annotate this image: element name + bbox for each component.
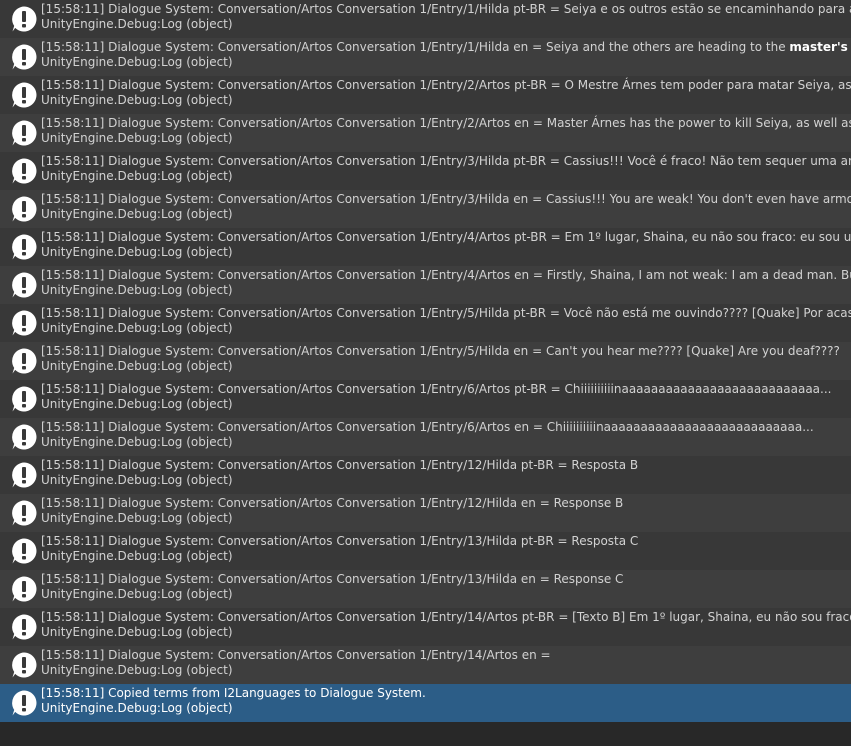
log-message-text: [15:58:11] Dialogue System: Conversation… [41,610,851,624]
info-exclamation-icon [10,651,38,679]
log-message: [15:58:11] Dialogue System: Conversation… [41,496,623,511]
log-message-text: [15:58:11] Dialogue System: Conversation… [41,2,851,16]
log-stacktrace: UnityEngine.Debug:Log (object) [41,93,233,107]
log-message: [15:58:11] Copied terms from I2Languages… [41,686,426,701]
log-stacktrace: UnityEngine.Debug:Log (object) [41,435,233,449]
log-message-text: [15:58:11] Dialogue System: Conversation… [41,496,624,510]
info-exclamation-icon [10,613,38,641]
log-stacktrace: UnityEngine.Debug:Log (object) [41,169,233,183]
log-message-bold-text: master's room [789,40,851,54]
info-exclamation-icon [10,347,38,375]
log-entry[interactable]: [15:58:11] Dialogue System: Conversation… [0,456,851,494]
info-exclamation-icon [10,81,38,109]
log-entry[interactable]: [15:58:11] Dialogue System: Conversation… [0,38,851,76]
log-entry[interactable]: [15:58:11] Dialogue System: Conversation… [0,418,851,456]
log-message-text: [15:58:11] Dialogue System: Conversation… [41,534,639,548]
log-message: [15:58:11] Dialogue System: Conversation… [41,40,851,55]
log-message-text: [15:58:11] Dialogue System: Conversation… [41,382,832,396]
console-window: [15:58:11] Dialogue System: Conversation… [0,0,851,746]
log-entry[interactable]: [15:58:11] Dialogue System: Conversation… [0,228,851,266]
log-message-text: [15:58:11] Dialogue System: Conversation… [41,116,851,130]
log-message: [15:58:11] Dialogue System: Conversation… [41,534,638,549]
info-exclamation-icon [10,575,38,603]
log-message: [15:58:11] Dialogue System: Conversation… [41,116,851,131]
info-exclamation-icon [10,43,38,71]
log-stacktrace: UnityEngine.Debug:Log (object) [41,131,233,145]
log-message: [15:58:11] Dialogue System: Conversation… [41,382,831,397]
log-stacktrace: UnityEngine.Debug:Log (object) [41,397,233,411]
log-entry[interactable]: [15:58:11] Dialogue System: Conversation… [0,646,851,684]
log-message-text: [15:58:11] Dialogue System: Conversation… [41,572,624,586]
log-message: [15:58:11] Dialogue System: Conversation… [41,306,851,321]
info-exclamation-icon [10,537,38,565]
log-message-text: [15:58:11] Dialogue System: Conversation… [41,192,851,206]
log-stacktrace: UnityEngine.Debug:Log (object) [41,321,233,335]
log-stacktrace: UnityEngine.Debug:Log (object) [41,549,233,563]
info-exclamation-icon [10,119,38,147]
log-message-text: [15:58:11] Dialogue System: Conversation… [41,458,639,472]
log-stacktrace: UnityEngine.Debug:Log (object) [41,473,233,487]
log-message-text: [15:58:11] Dialogue System: Conversation… [41,268,851,282]
info-exclamation-icon [10,385,38,413]
log-message: [15:58:11] Dialogue System: Conversation… [41,230,851,245]
log-message-text: [15:58:11] Dialogue System: Conversation… [41,420,814,434]
log-entry[interactable]: [15:58:11] Dialogue System: Conversation… [0,380,851,418]
log-stacktrace: UnityEngine.Debug:Log (object) [41,283,233,297]
log-message: [15:58:11] Dialogue System: Conversation… [41,420,814,435]
log-stacktrace: UnityEngine.Debug:Log (object) [41,359,233,373]
log-entry[interactable]: [15:58:11] Dialogue System: Conversation… [0,266,851,304]
log-stacktrace: UnityEngine.Debug:Log (object) [41,587,233,601]
log-message: [15:58:11] Dialogue System: Conversation… [41,648,551,663]
log-entry[interactable]: [15:58:11] Dialogue System: Conversation… [0,532,851,570]
log-message: [15:58:11] Dialogue System: Conversation… [41,78,851,93]
info-exclamation-icon [10,423,38,451]
log-message: [15:58:11] Dialogue System: Conversation… [41,154,851,169]
log-stacktrace: UnityEngine.Debug:Log (object) [41,663,233,677]
log-message-text: [15:58:11] Dialogue System: Conversation… [41,230,851,244]
info-exclamation-icon [10,233,38,261]
log-message-text: [15:58:11] Dialogue System: Conversation… [41,40,790,54]
log-entry[interactable]: [15:58:11] Dialogue System: Conversation… [0,76,851,114]
log-entry[interactable]: [15:58:11] Dialogue System: Conversation… [0,0,851,38]
info-exclamation-icon [10,195,38,223]
log-stacktrace: UnityEngine.Debug:Log (object) [41,17,233,31]
info-exclamation-icon [10,461,38,489]
log-message-text: [15:58:11] Copied terms from I2Languages… [41,686,426,700]
log-entry[interactable]: [15:58:11] Dialogue System: Conversation… [0,152,851,190]
log-entry[interactable]: [15:58:11] Dialogue System: Conversation… [0,304,851,342]
log-stacktrace: UnityEngine.Debug:Log (object) [41,701,233,715]
log-message: [15:58:11] Dialogue System: Conversation… [41,2,851,17]
log-message: [15:58:11] Dialogue System: Conversation… [41,192,851,207]
log-entry[interactable]: [15:58:11] Dialogue System: Conversation… [0,190,851,228]
info-exclamation-icon [10,499,38,527]
log-message-text: [15:58:11] Dialogue System: Conversation… [41,344,840,358]
log-message-text: [15:58:11] Dialogue System: Conversation… [41,648,551,662]
info-exclamation-icon [10,271,38,299]
log-entry[interactable]: [15:58:11] Copied terms from I2Languages… [0,684,851,722]
log-entry[interactable]: [15:58:11] Dialogue System: Conversation… [0,494,851,532]
log-stacktrace: UnityEngine.Debug:Log (object) [41,207,233,221]
info-exclamation-icon [10,5,38,33]
info-exclamation-icon [10,309,38,337]
log-stacktrace: UnityEngine.Debug:Log (object) [41,625,233,639]
log-message: [15:58:11] Dialogue System: Conversation… [41,572,623,587]
log-message: [15:58:11] Dialogue System: Conversation… [41,268,851,283]
log-stacktrace: UnityEngine.Debug:Log (object) [41,55,233,69]
log-message-text: [15:58:11] Dialogue System: Conversation… [41,154,851,168]
log-entry[interactable]: [15:58:11] Dialogue System: Conversation… [0,570,851,608]
log-message: [15:58:11] Dialogue System: Conversation… [41,458,638,473]
log-message: [15:58:11] Dialogue System: Conversation… [41,610,851,625]
info-exclamation-icon [10,157,38,185]
log-stacktrace: UnityEngine.Debug:Log (object) [41,245,233,259]
log-entry[interactable]: [15:58:11] Dialogue System: Conversation… [0,608,851,646]
log-stacktrace: UnityEngine.Debug:Log (object) [41,511,233,525]
log-message: [15:58:11] Dialogue System: Conversation… [41,344,840,359]
info-exclamation-icon [10,689,38,717]
log-entry[interactable]: [15:58:11] Dialogue System: Conversation… [0,114,851,152]
log-entry[interactable]: [15:58:11] Dialogue System: Conversation… [0,342,851,380]
log-message-text: [15:58:11] Dialogue System: Conversation… [41,306,851,320]
console-empty-area [0,722,851,746]
log-message-text: [15:58:11] Dialogue System: Conversation… [41,78,851,92]
